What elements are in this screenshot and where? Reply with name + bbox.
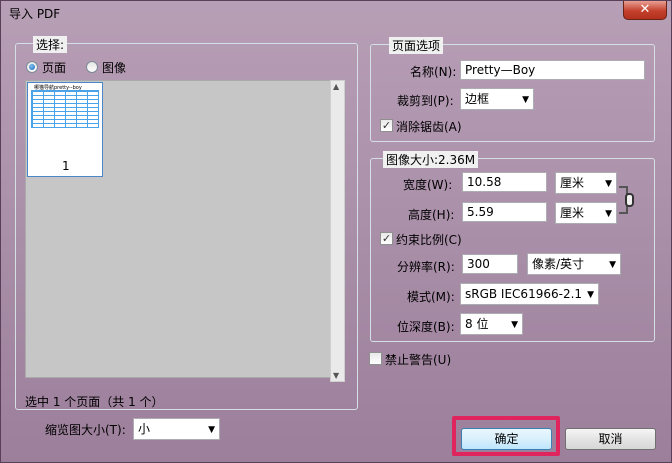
crop-select[interactable]: 边框 ▼: [460, 88, 534, 110]
mode-label: 模式(M):: [407, 290, 455, 304]
preview-scrollbar[interactable]: ▲ ▼: [330, 80, 345, 382]
resolution-label: 分辨率(R):: [397, 260, 455, 274]
chevron-down-icon: ▼: [605, 179, 612, 189]
antialias-label[interactable]: 消除锯齿(A): [396, 118, 462, 135]
page-options-legend: 页面选项: [389, 37, 444, 54]
chevron-down-icon: ▼: [605, 209, 612, 219]
suppress-warnings-checkbox[interactable]: [369, 352, 382, 365]
crop-value: 边框: [465, 92, 490, 106]
width-unit-value: 厘米: [560, 176, 585, 190]
suppress-warnings-label[interactable]: 禁止警告(U): [385, 351, 451, 368]
select-legend: 选择:: [33, 36, 68, 53]
radio-page-label[interactable]: 页面: [42, 59, 66, 76]
height-label: 高度(H):: [408, 208, 455, 222]
mode-value: sRGB IEC61966-2.1: [465, 287, 583, 301]
width-label: 宽度(W):: [403, 178, 453, 192]
cancel-button[interactable]: 取消: [565, 428, 656, 450]
antialias-checkbox[interactable]: ✓: [380, 119, 393, 132]
radio-image-label[interactable]: 图像: [102, 59, 126, 76]
depth-label: 位深度(B):: [397, 320, 455, 334]
constrain-label[interactable]: 约束比例(C): [396, 231, 462, 248]
radio-image[interactable]: [86, 61, 98, 73]
depth-value: 8 位: [465, 317, 489, 331]
selection-status: 选中 1 个页面（共 1 个）: [25, 395, 164, 409]
name-input[interactable]: Pretty—Boy: [460, 60, 645, 80]
width-input[interactable]: 10.58: [462, 172, 547, 192]
close-button[interactable]: ✕: [623, 1, 667, 20]
height-unit-value: 厘米: [560, 206, 585, 220]
mode-select[interactable]: sRGB IEC61966-2.1 ▼: [460, 283, 599, 305]
chevron-down-icon: ▼: [587, 290, 594, 300]
scroll-down-icon[interactable]: ▼: [333, 371, 339, 380]
image-size-legend: 图像大小:2.36M: [383, 151, 479, 168]
chevron-down-icon: ▼: [609, 260, 616, 270]
chevron-down-icon: ▼: [522, 95, 529, 105]
ok-button-highlight: [452, 416, 560, 456]
crop-label: 裁剪到(P):: [397, 94, 454, 108]
resolution-input[interactable]: 300: [462, 254, 518, 274]
page-thumbnail[interactable]: 哪猫导航pretty--boy 1: [27, 82, 103, 177]
window-title: 导入 PDF: [9, 7, 61, 21]
chevron-down-icon: ▼: [511, 320, 518, 330]
height-input[interactable]: 5.59: [462, 202, 547, 222]
resolution-unit-select[interactable]: 像素/英寸 ▼: [527, 253, 621, 275]
constrain-checkbox[interactable]: ✓: [380, 232, 393, 245]
thumbnail-table: [31, 90, 99, 128]
chevron-down-icon: ▼: [208, 425, 215, 435]
thumbnail-number: 1: [62, 159, 70, 173]
thumb-size-label: 缩览图大小(T):: [45, 423, 126, 437]
thumb-size-value: 小: [138, 422, 151, 436]
depth-select[interactable]: 8 位 ▼: [460, 313, 523, 335]
link-icon: [625, 193, 634, 207]
height-unit-select[interactable]: 厘米 ▼: [555, 202, 617, 224]
name-label: 名称(N):: [410, 65, 457, 79]
resolution-unit-value: 像素/英寸: [532, 257, 585, 271]
radio-page[interactable]: [26, 61, 38, 73]
width-unit-select[interactable]: 厘米 ▼: [555, 172, 617, 194]
title-bar[interactable]: 导入 PDF ✕: [1, 1, 671, 25]
scroll-up-icon[interactable]: ▲: [333, 82, 339, 91]
thumb-size-select[interactable]: 小 ▼: [133, 418, 220, 440]
